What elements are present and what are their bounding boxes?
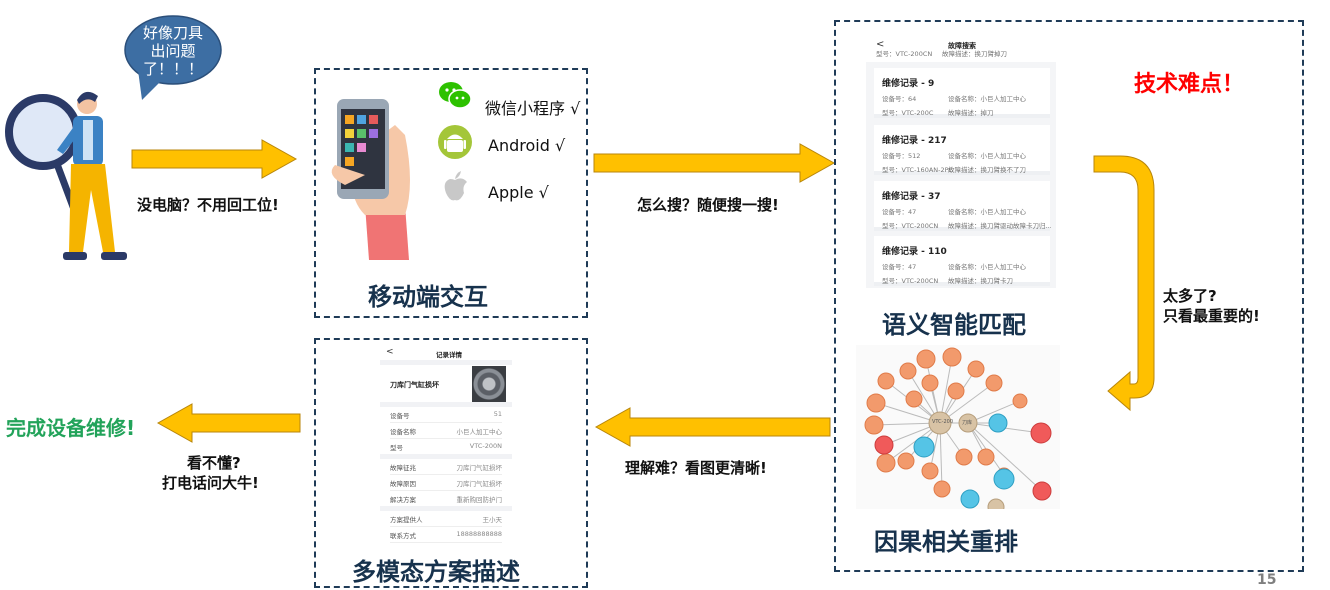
record-device-no: 设备号：47 [882, 208, 917, 216]
arrow4-label: 理解难？看图更清晰! [625, 459, 767, 477]
record-model: 型号：VTC-200C [882, 109, 934, 117]
record-title: 维修记录 - 9 [882, 79, 935, 89]
bubble-line-2: 出问题 [150, 42, 196, 60]
detail-row: 解决方案 重新购回防护门 [390, 490, 502, 507]
bubble-line-1: 好像刀具 [142, 24, 203, 42]
record-model: 型号：VTC-200CN [882, 222, 939, 230]
arrow5-label-line2: 打电话问大牛! [162, 474, 259, 492]
causal-graph: VTC-200 刀库 [856, 345, 1060, 509]
detail-back-button[interactable]: < [386, 347, 394, 357]
mobile-box-title: 移动端交互 [368, 283, 488, 311]
detail-row: 设备号 51 [390, 406, 502, 423]
multimodal-title: 多模态方案描述 [352, 558, 520, 586]
record-card[interactable]: 维修记录 - 37 设备号：47 设备名称：小巨人加工中心 型号：VTC-200C… [874, 181, 1052, 231]
app-wechat-label: 微信小程序 √ [485, 99, 581, 118]
search-screen: < 故障搜索 型号：VTC-200CN 故障描述：换刀臂掉刀 维修记录 - 9 设… [866, 36, 1056, 288]
causal-rerank-title: 因果相关重排 [874, 528, 1018, 556]
arrow1-label: 没电脑？不用回工位! [137, 196, 279, 214]
record-title: 维修记录 - 37 [882, 192, 941, 202]
detail-row: 型号 VTC-200N [390, 438, 502, 455]
partial-desc: 故障描述：换刀臂掉刀 [942, 50, 1007, 58]
record-device-no: 设备号：47 [882, 263, 917, 271]
record-desc: 故障描述：换刀臂换不了刀 [948, 166, 1026, 174]
app-apple-label: Apple √ [488, 183, 549, 202]
record-card[interactable]: 维修记录 - 110 设备号：47 设备名称：小巨人加工中心 型号：VTC-200… [874, 236, 1050, 286]
arrow-right-1 [131, 139, 298, 179]
record-device-name: 设备名称：小巨人加工中心 [948, 208, 1026, 216]
arrow-left-4 [594, 407, 831, 447]
phone-hand-icon [325, 95, 425, 260]
tech-difficulty-label: 技术难点！ [1134, 72, 1245, 97]
record-device-no: 设备号：64 [882, 95, 917, 103]
arrow5-label-line1: 看不懂? [187, 454, 241, 472]
bubble-line-3: 了！！！ [142, 60, 203, 78]
detail-header: 记录详情 [436, 351, 462, 359]
arrow2-label: 怎么搜？随便搜一搜! [637, 196, 779, 214]
done-label: 完成设备维修! [6, 416, 136, 440]
wechat-icon [439, 82, 472, 109]
arrow-right-2 [593, 143, 836, 183]
partial-model: 型号：VTC-200CN [876, 50, 933, 58]
fault-title: 刀库门气缸损坏 [390, 381, 439, 389]
graph-center-node: VTC-200 [932, 419, 954, 425]
record-title: 维修记录 - 110 [882, 247, 947, 257]
arrow-left-5 [156, 403, 301, 443]
record-title: 维修记录 - 217 [882, 136, 947, 146]
record-card[interactable]: 维修记录 - 217 设备号：512 设备名称：小巨人加工中心 型号：VTC-16… [874, 125, 1050, 175]
record-desc: 故障描述：换刀臂驱动故障卡刀归... [948, 222, 1052, 230]
record-desc: 故障描述：换刀臂卡刀 [948, 277, 1013, 285]
person-illustration [5, 80, 140, 270]
graph-center2-node: 刀库 [962, 420, 973, 426]
arrow3-label-line2: 只看最重要的! [1163, 307, 1260, 325]
record-model: 型号：VTC-160AN-2PC [882, 166, 954, 174]
detail-screen: < 记录详情 刀库门气缸损坏 设备号 51 设备名称 小巨人加工中心 型号 VTC-2… [380, 344, 512, 550]
fault-photo [472, 366, 506, 402]
arrow-curved-down [1093, 155, 1155, 412]
android-icon [438, 125, 472, 159]
apple-icon [444, 171, 467, 201]
speech-bubble: 好像刀具 出问题 了！！！ [98, 12, 248, 102]
record-device-name: 设备名称：小巨人加工中心 [948, 263, 1026, 271]
record-card[interactable]: 维修记录 - 9 设备号：64 设备名称：小巨人加工中心 型号：VTC-200C 故… [874, 68, 1050, 118]
arrow3-label-line1: 太多了? [1163, 287, 1217, 305]
page-number: 15 [1257, 572, 1277, 588]
detail-row: 设备名称 小巨人加工中心 [390, 422, 502, 439]
record-model: 型号：VTC-200CN [882, 277, 939, 285]
detail-row: 方案提供人 王小天 [390, 510, 502, 527]
semantic-match-title: 语义智能匹配 [882, 311, 1026, 339]
app-android-label: Android √ [488, 136, 566, 155]
detail-row: 故障原因 刀库门气缸损坏 [390, 474, 502, 491]
record-device-name: 设备名称：小巨人加工中心 [948, 152, 1026, 160]
record-desc: 故障描述：掉刀 [948, 109, 994, 117]
record-device-no: 设备号：512 [882, 152, 921, 160]
record-device-name: 设备名称：小巨人加工中心 [948, 95, 1026, 103]
detail-row: 联系方式 18888888888 [390, 526, 502, 543]
detail-row: 故障征兆 刀库门气缸损坏 [390, 458, 502, 475]
